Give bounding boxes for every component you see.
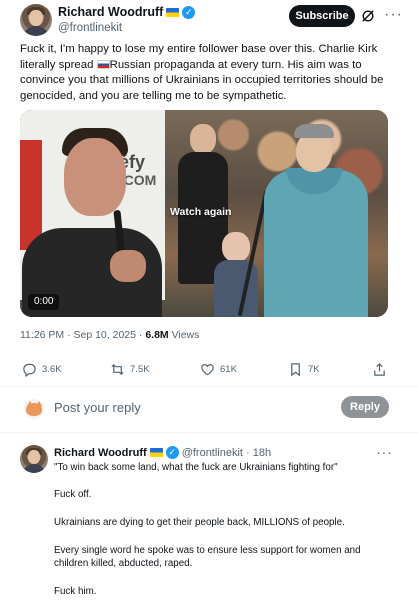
reply-action[interactable]: 3.6K [22, 359, 62, 379]
reply-author-handle[interactable]: @frontlinekit [182, 447, 243, 459]
bookmark-count: 7K [308, 363, 320, 375]
post-header: Richard Woodruff ✓ @frontlinekit Subscri… [20, 4, 412, 40]
views-count: 6.8M [145, 329, 169, 341]
author-name[interactable]: Richard Woodruff [58, 5, 163, 20]
repost-icon [111, 363, 124, 375]
person-seated [214, 230, 258, 317]
video-player[interactable]: réfy Y.COM Watch again 0:00 [20, 110, 388, 317]
post-text: Fuck it, I'm happy to lose my entire fol… [20, 42, 402, 104]
post-timestamp[interactable]: 11:26 PM · Sep 10, 2025 · [20, 329, 145, 341]
post-meta: 11:26 PM · Sep 10, 2025 · 6.8M Views [20, 328, 199, 342]
like-count: 61K [220, 363, 237, 375]
reply-time[interactable]: · 18h [246, 447, 271, 459]
reply-input[interactable]: Post your reply [54, 399, 141, 417]
views-label: Views [168, 329, 200, 341]
reply-text: "To win back some land, what the fuck ar… [54, 461, 384, 598]
subscribe-button[interactable]: Subscribe [289, 5, 355, 27]
repost-count: 7.5K [130, 363, 150, 375]
reply-line: "To win back some land, what the fuck ar… [54, 462, 338, 473]
reply-header: Richard Woodruff ✓ @frontlinekit · 18h [54, 446, 271, 459]
bookmark-icon [291, 362, 300, 376]
share-icon [374, 362, 385, 376]
share-action[interactable] [372, 359, 387, 379]
like-icon [201, 363, 214, 375]
verified-icon: ✓ [182, 6, 196, 19]
action-bar: 3.6K 7.5K 61K 7K [22, 359, 390, 379]
reply-line: Fuck off. [54, 489, 92, 500]
bookmark-action[interactable]: 7K [288, 359, 320, 379]
verified-icon: ✓ [165, 446, 179, 459]
current-user-avatar [24, 399, 44, 419]
grok-icon[interactable] [361, 9, 375, 23]
watch-again-button[interactable]: Watch again [170, 206, 231, 218]
russia-flag-icon [96, 59, 110, 69]
more-icon[interactable]: ··· [384, 7, 403, 23]
reply-line: Fuck him. [54, 586, 97, 597]
reply-author-name[interactable]: Richard Woodruff [54, 447, 147, 459]
avatar[interactable] [20, 4, 52, 36]
reply-line: Every single word he spoke was to ensure… [54, 545, 361, 569]
repost-action[interactable]: 7.5K [110, 359, 150, 379]
ukraine-flag-icon [166, 8, 180, 17]
reply-author-avatar[interactable] [20, 445, 48, 473]
person-hoodie [258, 124, 368, 317]
reply-composer: Post your reply Reply [20, 393, 390, 423]
like-action[interactable]: 61K [200, 359, 237, 379]
reply-count: 3.6K [42, 363, 62, 375]
author-block: Richard Woodruff ✓ @frontlinekit [58, 5, 196, 35]
reply-line: Ukrainians are dying to get their people… [54, 517, 345, 528]
reply-button[interactable]: Reply [341, 396, 389, 418]
divider [0, 432, 418, 433]
ukraine-flag-icon [149, 448, 163, 457]
more-icon[interactable]: ··· [376, 445, 393, 459]
divider [0, 386, 418, 387]
author-handle[interactable]: @frontlinekit [58, 21, 195, 35]
reply-icon [23, 363, 36, 377]
video-duration: 0:00 [28, 294, 60, 310]
